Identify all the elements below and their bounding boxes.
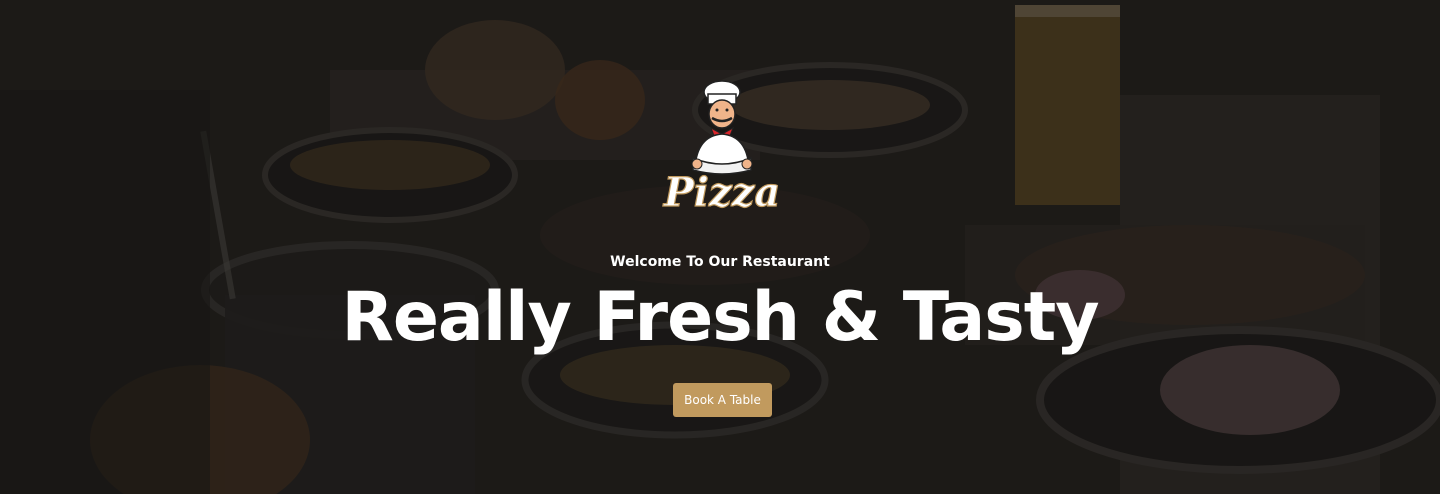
welcome-subtitle: Welcome To Our Restaurant xyxy=(610,254,830,270)
dark-overlay xyxy=(0,0,1440,494)
hero-section: Pizza Welcome To Our Restaurant Really F… xyxy=(0,0,1440,494)
chef-mascot-icon[interactable]: Pizza xyxy=(645,78,800,226)
hero-headline: Really Fresh & Tasty xyxy=(341,278,1099,357)
book-table-button[interactable]: Book A Table xyxy=(673,383,772,417)
logo-text: Pizza xyxy=(663,169,781,216)
